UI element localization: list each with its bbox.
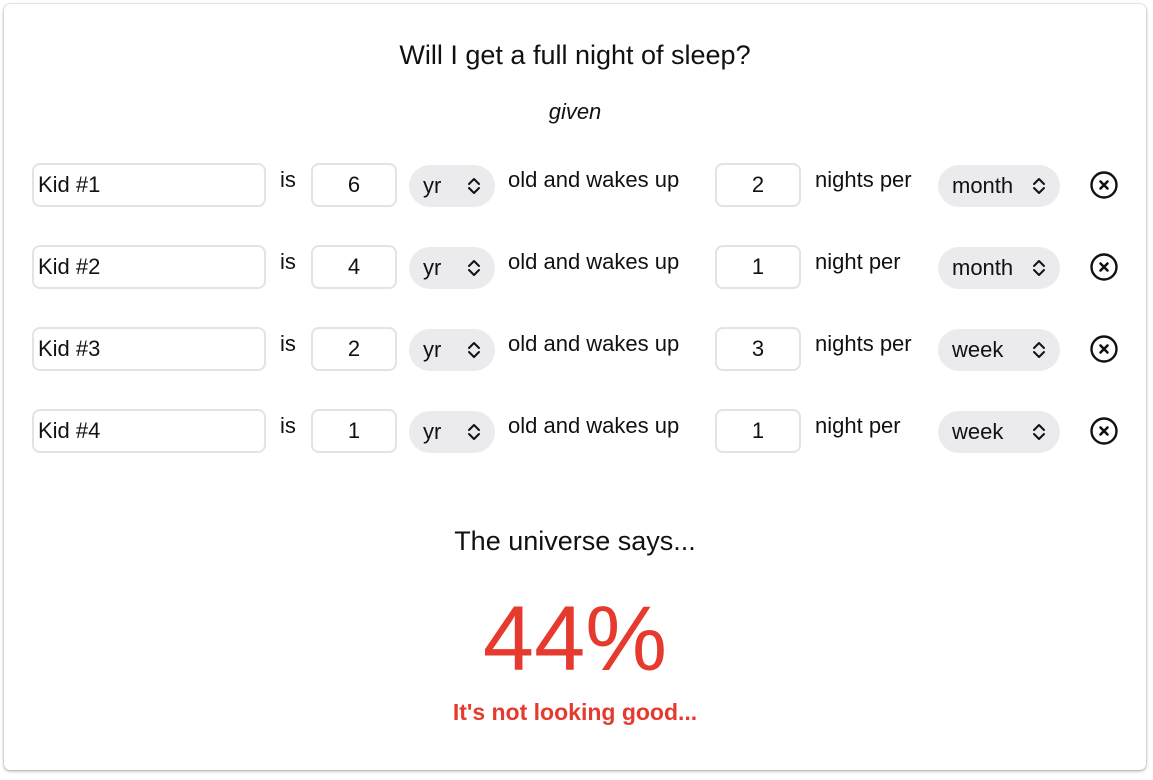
nights-per-label: night per	[815, 413, 901, 438]
age-input[interactable]: 2	[311, 327, 397, 371]
chevron-up-down-icon	[468, 342, 480, 358]
page-subtitle: given	[548, 99, 602, 124]
wakes-input[interactable]: 1	[715, 245, 801, 289]
result-verdict: It's not looking good...	[452, 699, 698, 725]
wakes-input[interactable]: 3	[715, 327, 801, 371]
kid-name-input[interactable]: Kid #2	[32, 245, 266, 289]
chevron-up-down-icon	[468, 260, 480, 276]
old-wakes-label: old and wakes up	[508, 167, 680, 192]
age-unit-select[interactable]: yr	[409, 247, 495, 289]
result-heading: The universe says...	[454, 526, 696, 556]
period-select[interactable]: week	[938, 411, 1060, 453]
age-input[interactable]: 1	[311, 409, 397, 453]
calculator-card: Will I get a full night of sleep? given …	[4, 4, 1146, 770]
nights-per-label: night per	[815, 249, 901, 274]
age-unit-value: yr	[423, 337, 442, 362]
old-wakes-label: old and wakes up	[508, 249, 680, 274]
remove-kid-x-circle-icon[interactable]	[1089, 170, 1119, 200]
period-value: week	[952, 419, 1004, 444]
age-input[interactable]: 4	[311, 245, 397, 289]
age-unit-select[interactable]: yr	[409, 165, 495, 207]
page-title: Will I get a full night of sleep?	[399, 40, 751, 70]
remove-kid-x-circle-icon[interactable]	[1089, 252, 1119, 282]
chevron-up-down-icon	[1033, 424, 1045, 440]
period-value: month	[952, 173, 1014, 198]
kid-name-input[interactable]: Kid #4	[32, 409, 266, 453]
kid-name-input[interactable]: Kid #3	[32, 327, 266, 371]
is-label: is	[280, 331, 296, 356]
chevron-up-down-icon	[1033, 342, 1045, 358]
wakes-input[interactable]: 2	[715, 163, 801, 207]
nights-per-label: nights per	[815, 167, 912, 192]
is-label: is	[280, 413, 296, 438]
period-select[interactable]: month	[938, 247, 1060, 289]
chevron-up-down-icon	[1033, 178, 1045, 194]
chevron-up-down-icon	[468, 424, 480, 440]
age-unit-select[interactable]: yr	[409, 329, 495, 371]
age-unit-value: yr	[423, 173, 442, 198]
kid-row: Kid #3 is 2 yr old and wakes up 3 nights…	[4, 327, 1146, 373]
kid-row: Kid #1 is 6 yr old and wakes up 2 nights…	[4, 163, 1146, 209]
age-unit-value: yr	[423, 255, 442, 280]
kid-row: Kid #2 is 4 yr old and wakes up 1 night …	[4, 245, 1146, 291]
is-label: is	[280, 167, 296, 192]
kid-row: Kid #4 is 1 yr old and wakes up 1 night …	[4, 409, 1146, 455]
period-value: month	[952, 255, 1014, 280]
age-unit-value: yr	[423, 419, 442, 444]
wakes-input[interactable]: 1	[715, 409, 801, 453]
nights-per-label: nights per	[815, 331, 912, 356]
age-unit-select[interactable]: yr	[409, 411, 495, 453]
old-wakes-label: old and wakes up	[508, 413, 680, 438]
old-wakes-label: old and wakes up	[508, 331, 680, 356]
chevron-up-down-icon	[1033, 260, 1045, 276]
result-percent: 44%	[482, 588, 668, 690]
is-label: is	[280, 249, 296, 274]
period-select[interactable]: month	[938, 165, 1060, 207]
remove-kid-x-circle-icon[interactable]	[1089, 416, 1119, 446]
kid-name-input[interactable]: Kid #1	[32, 163, 266, 207]
period-value: week	[952, 337, 1004, 362]
period-select[interactable]: week	[938, 329, 1060, 371]
remove-kid-x-circle-icon[interactable]	[1089, 334, 1119, 364]
age-input[interactable]: 6	[311, 163, 397, 207]
chevron-up-down-icon	[468, 178, 480, 194]
